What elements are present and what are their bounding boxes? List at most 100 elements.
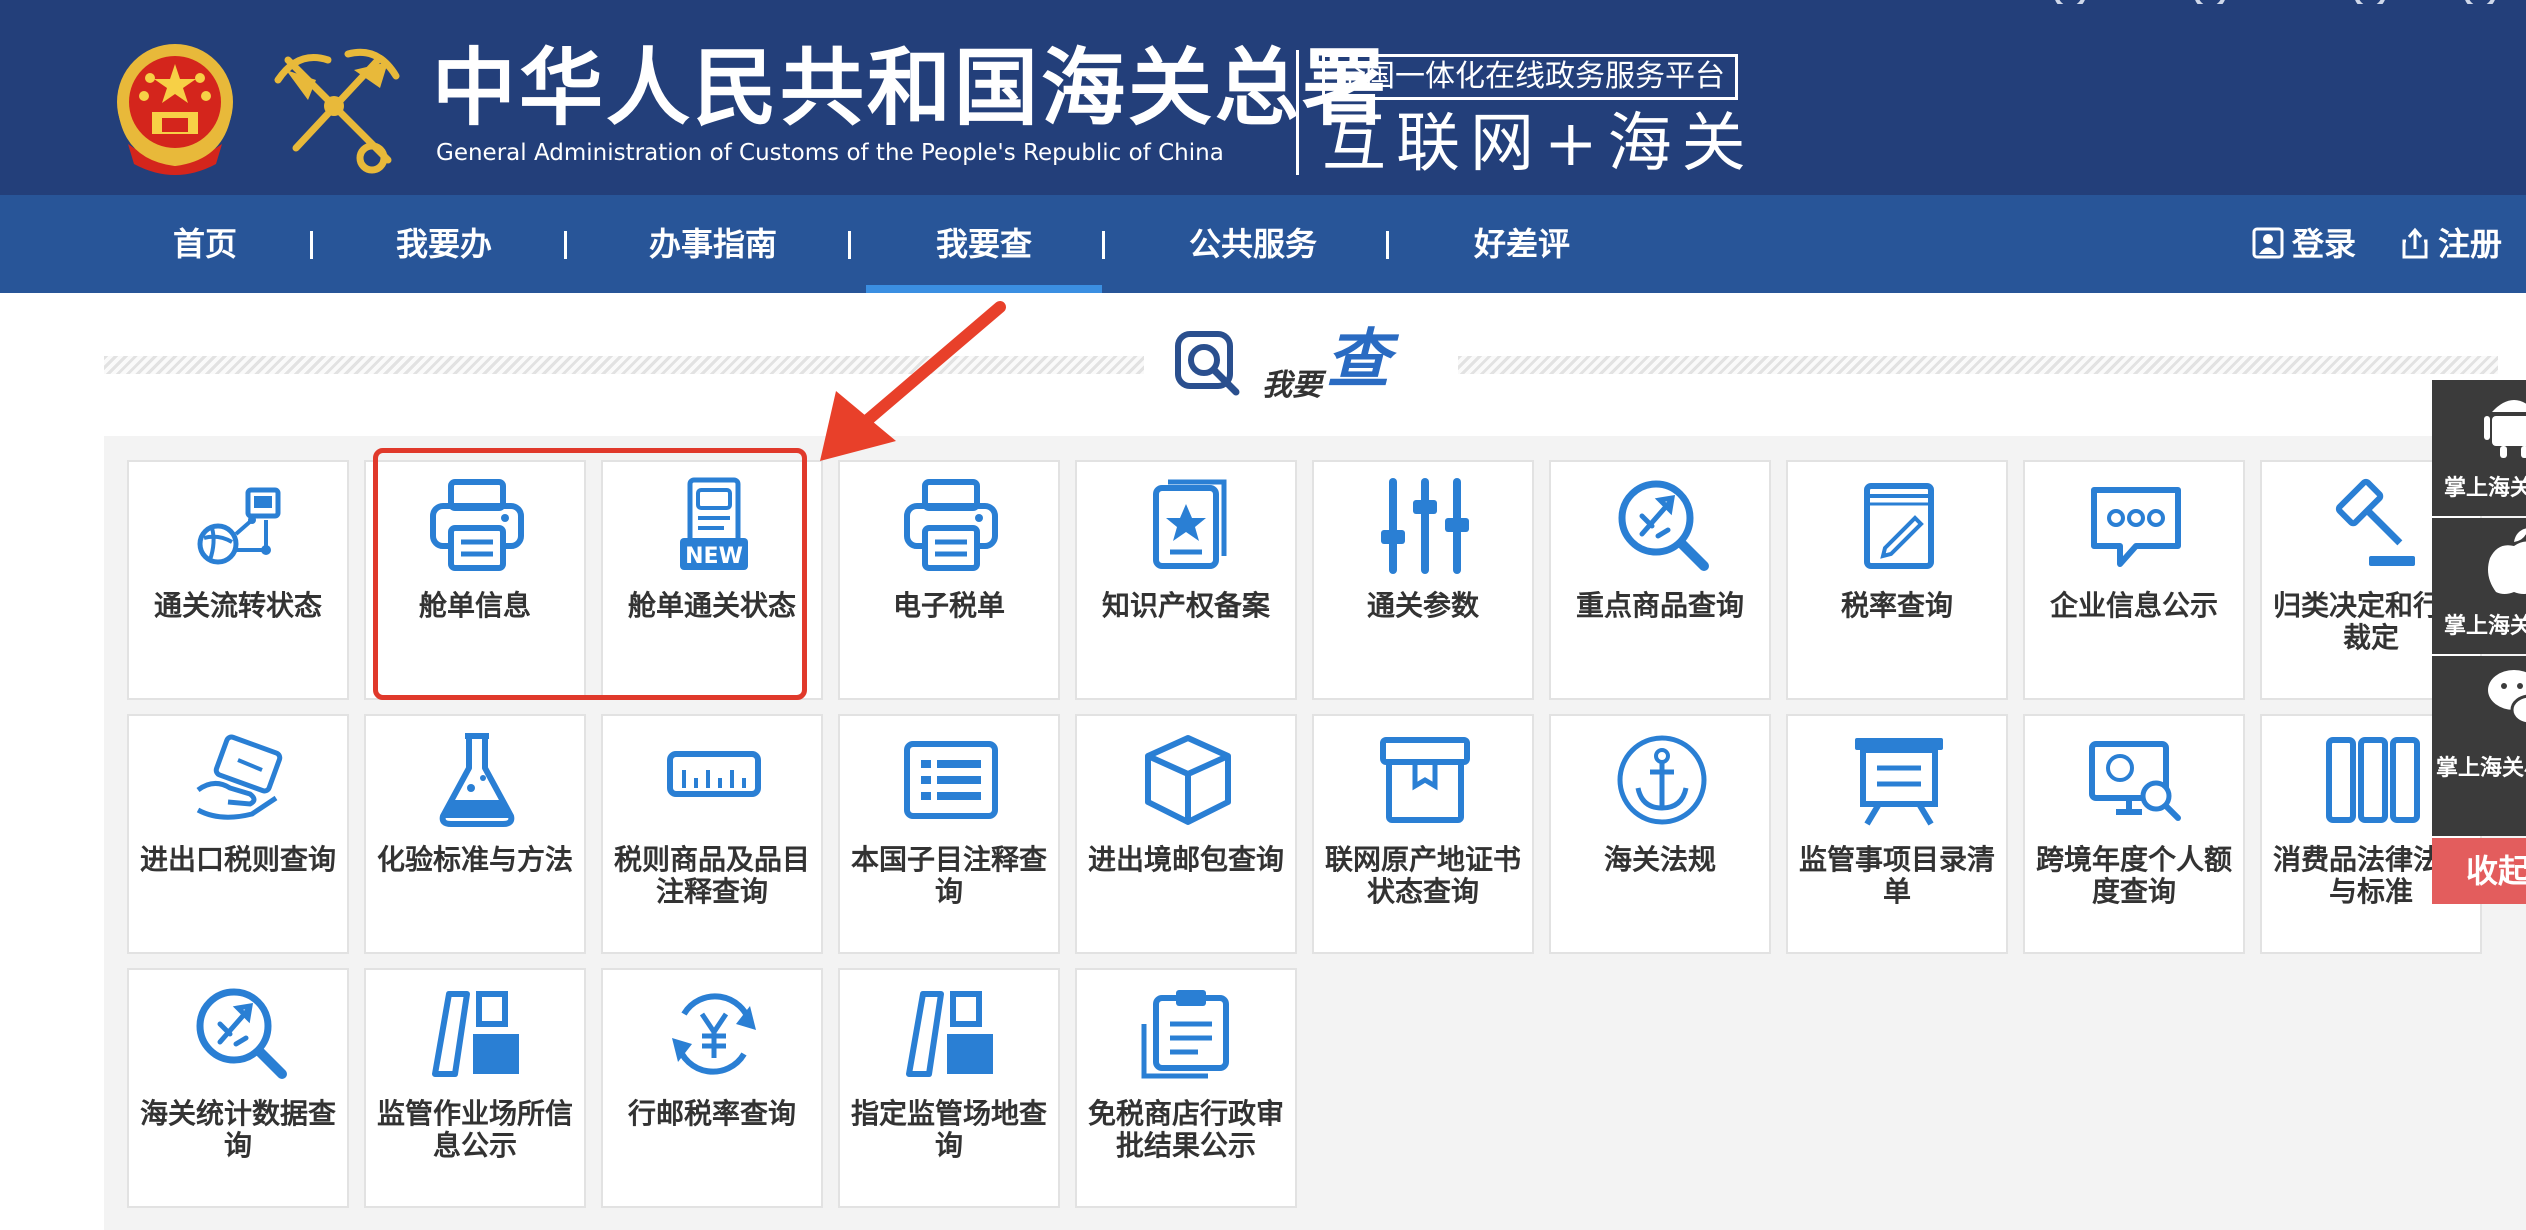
service-card-label: 税率查询 <box>1840 589 1953 622</box>
section-title-prefix: 我要 <box>1262 368 1322 403</box>
service-card[interactable]: 重点商品查询 <box>1549 460 1771 700</box>
page: 中华人民共和国海关总署 General Administration of Cu… <box>0 0 2526 1230</box>
service-card[interactable]: 税率查询 <box>1786 460 2008 700</box>
customs-badge-icon <box>274 48 400 174</box>
nav-separator <box>1102 231 1105 259</box>
service-card[interactable]: 通关流转状态 <box>127 460 349 700</box>
service-card[interactable]: 税则商品及品目注释查询 <box>601 714 823 954</box>
service-card[interactable]: 监管事项目录清单 <box>1786 714 2008 954</box>
apple-icon <box>2488 528 2526 594</box>
service-card-label: 进出境邮包查询 <box>1087 843 1284 876</box>
nav-item-home[interactable]: 首页 <box>172 195 238 293</box>
service-card-label: 监管作业场所信息公示 <box>376 1097 573 1162</box>
service-card-label: 监管事项目录清单 <box>1798 843 1995 908</box>
nav-item-guide[interactable]: 办事指南 <box>648 195 778 293</box>
service-card-label: 电子税单 <box>892 589 1005 622</box>
nav-active-indicator <box>866 285 1102 293</box>
register-link[interactable]: 注册 <box>2400 195 2502 293</box>
chat-bubble-icon <box>2091 487 2181 567</box>
service-card-label: 重点商品查询 <box>1575 589 1744 622</box>
service-card[interactable]: 联网原产地证书状态查询 <box>1312 714 1534 954</box>
login-link[interactable]: 登录 <box>2252 195 2356 293</box>
service-card[interactable]: 本国子目注释查询 <box>838 714 1060 954</box>
site-title-english: General Administration of Customs of the… <box>436 140 1224 166</box>
platform-name: 全国一体化在线政务服务平台 <box>1322 54 1738 100</box>
nav-item-public-service[interactable]: 公共服务 <box>1186 195 1320 293</box>
service-card-label: 本国子目注释查询 <box>850 843 1047 908</box>
printer-icon <box>904 479 998 571</box>
service-card[interactable]: 企业信息公示 <box>2023 460 2245 700</box>
card-hand-icon <box>196 734 283 820</box>
flask-icon <box>439 733 515 827</box>
highlight-annotation-box <box>373 448 807 700</box>
service-card[interactable]: 进出口税则查询 <box>127 714 349 954</box>
national-emblem-icon <box>117 44 233 175</box>
service-card-label: 税则商品及品目注释查询 <box>613 843 810 908</box>
float-item-wechat-miniprogram[interactable]: 掌上海关小程序 <box>2432 656 2526 836</box>
service-card[interactable]: 行邮税率查询 <box>601 968 823 1208</box>
service-card[interactable]: 通关参数 <box>1312 460 1534 700</box>
service-card-label: 通关参数 <box>1366 589 1479 622</box>
gavel-icon <box>2335 478 2415 566</box>
service-card[interactable]: 海关法规 <box>1549 714 1771 954</box>
search-icon <box>1175 331 1240 396</box>
login-label: 登录 <box>2292 225 2357 263</box>
anchor-icon <box>1617 735 1707 825</box>
main-nav: 首页 我要办 办事指南 我要查 公共服务 好差评 登录 注册 <box>0 195 2526 293</box>
nav-separator <box>848 231 851 259</box>
panels-icon <box>432 991 519 1077</box>
ruler-icon <box>667 751 761 797</box>
float-item-label: 掌上海关 <box>2444 476 2526 501</box>
nav-item-feedback[interactable]: 好差评 <box>1470 195 1574 293</box>
collapse-button[interactable]: 收起 <box>2432 838 2526 904</box>
service-card[interactable]: 化验标准与方法 <box>364 714 586 954</box>
service-card[interactable]: 指定监管场地查询 <box>838 968 1060 1208</box>
share-upload-icon <box>2402 227 2428 259</box>
magnifier-rocket-icon <box>1618 480 1709 571</box>
site-title: 中华人民共和国海关总署 <box>432 38 1390 137</box>
nav-item-query[interactable]: 我要查 <box>932 195 1036 293</box>
floating-sidebar: 掌上海关 掌上海关 掌上海关小程序 收起 <box>2432 380 2526 904</box>
service-card[interactable]: 电子税单 <box>838 460 1060 700</box>
service-card[interactable]: 海关统计数据查询 <box>127 968 349 1208</box>
site-header: 中华人民共和国海关总署 General Administration of Cu… <box>0 0 2526 195</box>
float-item-label: 掌上海关小程序 <box>2436 756 2526 781</box>
section-title: 查 <box>1326 323 1390 397</box>
monitor-search-icon <box>2089 741 2181 821</box>
service-card[interactable]: 进出境邮包查询 <box>1075 714 1297 954</box>
service-card-label: 通关流转状态 <box>153 589 322 622</box>
service-card[interactable]: 免税商店行政审批结果公示 <box>1075 968 1297 1208</box>
list-card-icon <box>904 741 998 819</box>
service-card-label: 联网原产地证书状态查询 <box>1324 843 1521 908</box>
star-certificate-icon <box>1153 479 1227 569</box>
float-item-ios-app[interactable]: 掌上海关 <box>2432 518 2526 654</box>
nav-separator <box>1386 231 1389 259</box>
service-card[interactable]: 知识产权备案 <box>1075 460 1297 700</box>
service-card-label: 进出口税则查询 <box>139 843 336 876</box>
package-icon <box>1145 735 1231 825</box>
header-top-icons <box>2055 0 2495 4</box>
service-card-label: 指定监管场地查询 <box>850 1097 1047 1162</box>
service-card-label: 跨境年度个人额度查询 <box>2035 843 2232 908</box>
flow-network-icon <box>197 487 281 565</box>
user-icon <box>2252 227 2284 259</box>
nav-item-apply[interactable]: 我要办 <box>394 195 494 293</box>
nav-separator <box>564 231 567 259</box>
float-item-android-app[interactable]: 掌上海关 <box>2432 380 2526 516</box>
service-card-label: 知识产权备案 <box>1101 589 1270 622</box>
service-card[interactable]: 跨境年度个人额度查询 <box>2023 714 2245 954</box>
service-card-label: 海关统计数据查询 <box>139 1097 336 1162</box>
service-card-label: 企业信息公示 <box>2049 589 2218 622</box>
easel-icon <box>1855 738 1943 826</box>
annotation-arrow-icon <box>820 301 1006 461</box>
service-card[interactable]: 监管作业场所信息公示 <box>364 968 586 1208</box>
columns-icon <box>2326 737 2420 823</box>
float-item-label: 掌上海关 <box>2444 614 2526 639</box>
box-open-icon <box>1380 737 1470 823</box>
service-card-label: 行邮税率查询 <box>627 1097 796 1130</box>
wechat-icon <box>2488 670 2526 726</box>
section-title-decoration <box>1458 356 2498 374</box>
yen-cycle-icon <box>672 993 756 1075</box>
platform-slogan: 互联网+海关 <box>1322 107 1756 181</box>
clipboard-icon <box>1141 990 1229 1079</box>
